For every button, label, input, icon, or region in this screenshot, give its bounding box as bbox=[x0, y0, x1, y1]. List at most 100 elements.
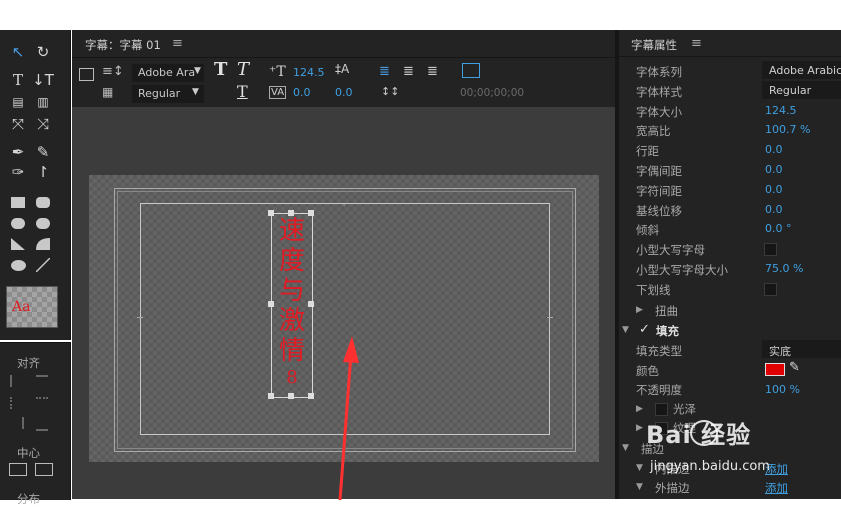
align-vcenter-icon[interactable] bbox=[36, 397, 48, 411]
resize-handle[interactable] bbox=[268, 210, 274, 216]
kerning-value[interactable]: 0.0 bbox=[293, 86, 311, 99]
align-hcenter-icon[interactable] bbox=[10, 397, 24, 409]
rectangle-tool-icon[interactable] bbox=[11, 197, 25, 208]
resize-handle[interactable] bbox=[268, 393, 274, 399]
expand-arrow-icon[interactable]: ▶ bbox=[636, 423, 643, 433]
property-label: 基线位移 bbox=[636, 203, 682, 218]
panel-menu-icon[interactable]: ≡ bbox=[172, 36, 183, 51]
font-family-select[interactable]: Adobe Ara ▼ bbox=[132, 64, 204, 82]
eyedropper-icon[interactable]: ✎ bbox=[789, 360, 800, 375]
rotate-tool-icon[interactable]: ↻ bbox=[32, 42, 54, 62]
property-value[interactable]: 0.0 bbox=[765, 183, 783, 196]
properties-title: 字幕属性 bbox=[631, 38, 677, 52]
align-bottom-icon[interactable] bbox=[36, 417, 48, 431]
resize-handle[interactable] bbox=[268, 301, 274, 307]
pen-tool-icon[interactable]: ✒ bbox=[7, 142, 29, 162]
opacity-value[interactable]: 100 % bbox=[765, 383, 800, 396]
fill-type-value: 实底 bbox=[769, 345, 791, 358]
property-label: 行距 bbox=[636, 144, 659, 159]
tab-stops-icon[interactable]: ≡↕ bbox=[102, 64, 124, 79]
vertical-path-type-tool-icon[interactable]: ⤨ bbox=[32, 114, 54, 134]
number-text: 8 bbox=[286, 367, 298, 388]
property-list: 字体系列 Adobe Arabic 字体样式 Regular 字体大小 124.5 宽高比 1… bbox=[619, 61, 841, 299]
align-right-text-icon[interactable]: ≣ bbox=[427, 64, 438, 79]
property-value[interactable]: 0.0 ° bbox=[765, 222, 792, 235]
template-icon[interactable]: ▦ bbox=[102, 85, 113, 99]
resize-handle[interactable] bbox=[288, 393, 294, 399]
resize-handle[interactable] bbox=[308, 210, 314, 216]
style-preview-swatch[interactable]: Aa bbox=[6, 286, 58, 328]
property-row: 字体系列 Adobe Arabic bbox=[619, 61, 841, 81]
resize-handle[interactable] bbox=[308, 301, 314, 307]
fill-type-select[interactable]: 实底 bbox=[762, 340, 841, 358]
collapse-arrow-icon[interactable]: ▼ bbox=[622, 325, 629, 335]
collapse-arrow-icon[interactable]: ▼ bbox=[636, 463, 643, 473]
add-anchor-tool-icon[interactable]: ✑ bbox=[7, 162, 29, 182]
underline-icon[interactable]: T bbox=[237, 82, 248, 101]
arc-tool-icon[interactable] bbox=[36, 238, 50, 250]
leading-value[interactable]: 0.0 bbox=[335, 86, 353, 99]
resize-handle[interactable] bbox=[288, 210, 294, 216]
vertical-text-char: 速 bbox=[278, 216, 305, 246]
vertical-area-type-tool-icon[interactable]: ▥ bbox=[32, 92, 54, 112]
fill-color-swatch[interactable] bbox=[765, 363, 785, 376]
header-divider bbox=[619, 56, 841, 57]
paw-logo-icon bbox=[690, 420, 718, 446]
rounded-rectangle-tool-icon[interactable] bbox=[36, 197, 50, 208]
property-value[interactable]: 100.7 % bbox=[765, 123, 810, 136]
wedge-tool-icon[interactable] bbox=[11, 238, 25, 250]
property-value[interactable]: 75.0 % bbox=[765, 262, 803, 275]
align-left-icon[interactable] bbox=[10, 375, 24, 387]
center-horizontal-icon[interactable] bbox=[9, 463, 27, 476]
add-outer-stroke-link[interactable]: 添加 bbox=[765, 480, 788, 496]
convert-anchor-tool-icon[interactable]: ↾ bbox=[32, 162, 54, 182]
property-value[interactable]: 0.0 bbox=[765, 203, 783, 216]
italic-icon[interactable]: T bbox=[237, 59, 249, 80]
vertical-text-char: 激 bbox=[278, 306, 305, 336]
font-size-value[interactable]: 124.5 bbox=[293, 66, 325, 79]
clipped-corner-tool-icon[interactable] bbox=[11, 218, 25, 229]
property-select[interactable]: Regular bbox=[762, 80, 841, 99]
ellipse-tool-icon[interactable] bbox=[11, 260, 26, 271]
property-value[interactable]: 0.0 bbox=[765, 163, 783, 176]
property-row: 字偶间距 0.0 bbox=[619, 160, 841, 180]
property-checkbox[interactable] bbox=[764, 243, 777, 257]
rounded-corner-tool-icon[interactable] bbox=[36, 218, 50, 229]
fill-checkbox[interactable]: ✓ bbox=[639, 322, 650, 337]
center-vertical-icon[interactable] bbox=[35, 463, 53, 476]
roll-crawl-icon[interactable] bbox=[79, 68, 94, 81]
show-background-video-icon[interactable] bbox=[462, 63, 480, 78]
safe-center-mark-right bbox=[547, 317, 553, 318]
text-object[interactable]: 速度与激情 8 bbox=[271, 213, 313, 398]
fill-type-label: 填充类型 bbox=[636, 344, 682, 358]
type-tool-icon[interactable]: T bbox=[7, 70, 29, 90]
properties-menu-icon[interactable]: ≡ bbox=[691, 36, 702, 51]
center-label: 中心 bbox=[17, 446, 40, 460]
property-value[interactable]: 124.5 bbox=[765, 104, 797, 117]
kerning-icon: VA bbox=[269, 86, 287, 99]
watermark-url: jingyan.baidu.com bbox=[650, 459, 770, 474]
collapse-arrow-icon[interactable]: ▼ bbox=[622, 443, 629, 453]
expand-arrow-icon[interactable]: ▶ bbox=[636, 305, 643, 315]
font-style-select[interactable]: Regular ▼ bbox=[132, 85, 204, 103]
property-checkbox[interactable] bbox=[764, 282, 777, 296]
delete-anchor-tool-icon[interactable]: ✎ bbox=[32, 142, 54, 162]
path-type-tool-icon[interactable]: ⤧ bbox=[7, 114, 29, 134]
align-right-icon[interactable] bbox=[10, 417, 24, 429]
bold-icon[interactable]: T bbox=[214, 59, 227, 80]
property-select[interactable]: Adobe Arabic bbox=[762, 61, 841, 79]
align-center-text-icon[interactable]: ≣ bbox=[403, 64, 414, 79]
selection-tool-icon[interactable]: ↖ bbox=[7, 42, 29, 62]
tab-stops-ruler-icon[interactable]: ↕↕ bbox=[381, 85, 399, 98]
align-left-text-icon[interactable]: ≣ bbox=[379, 64, 390, 79]
vertical-type-tool-icon[interactable]: ↓T bbox=[32, 70, 54, 90]
property-value[interactable]: 0.0 bbox=[765, 143, 783, 156]
expand-arrow-icon[interactable]: ▶ bbox=[636, 404, 643, 414]
area-type-tool-icon[interactable]: ▤ bbox=[7, 92, 29, 112]
resize-handle[interactable] bbox=[308, 393, 314, 399]
collapse-arrow-icon[interactable]: ▼ bbox=[636, 482, 643, 492]
line-tool-icon[interactable] bbox=[36, 258, 50, 272]
title-tab[interactable]: 字幕：字幕 01 bbox=[85, 37, 161, 53]
property-row: 字体样式 Regular bbox=[619, 80, 841, 101]
align-top-icon[interactable] bbox=[36, 375, 48, 389]
